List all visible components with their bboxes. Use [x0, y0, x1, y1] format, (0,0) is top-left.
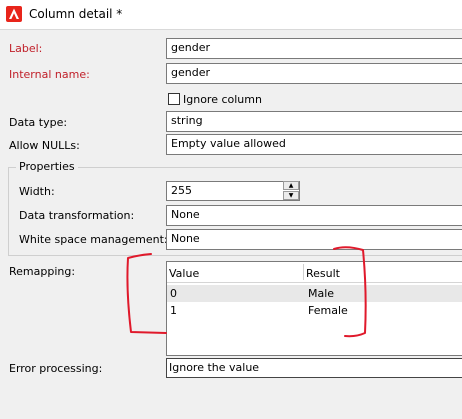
error-processing-label: Error processing:: [9, 362, 103, 375]
error-processing-select[interactable]: Ignore the value: [166, 358, 462, 378]
annotation-brackets: [126, 246, 367, 338]
